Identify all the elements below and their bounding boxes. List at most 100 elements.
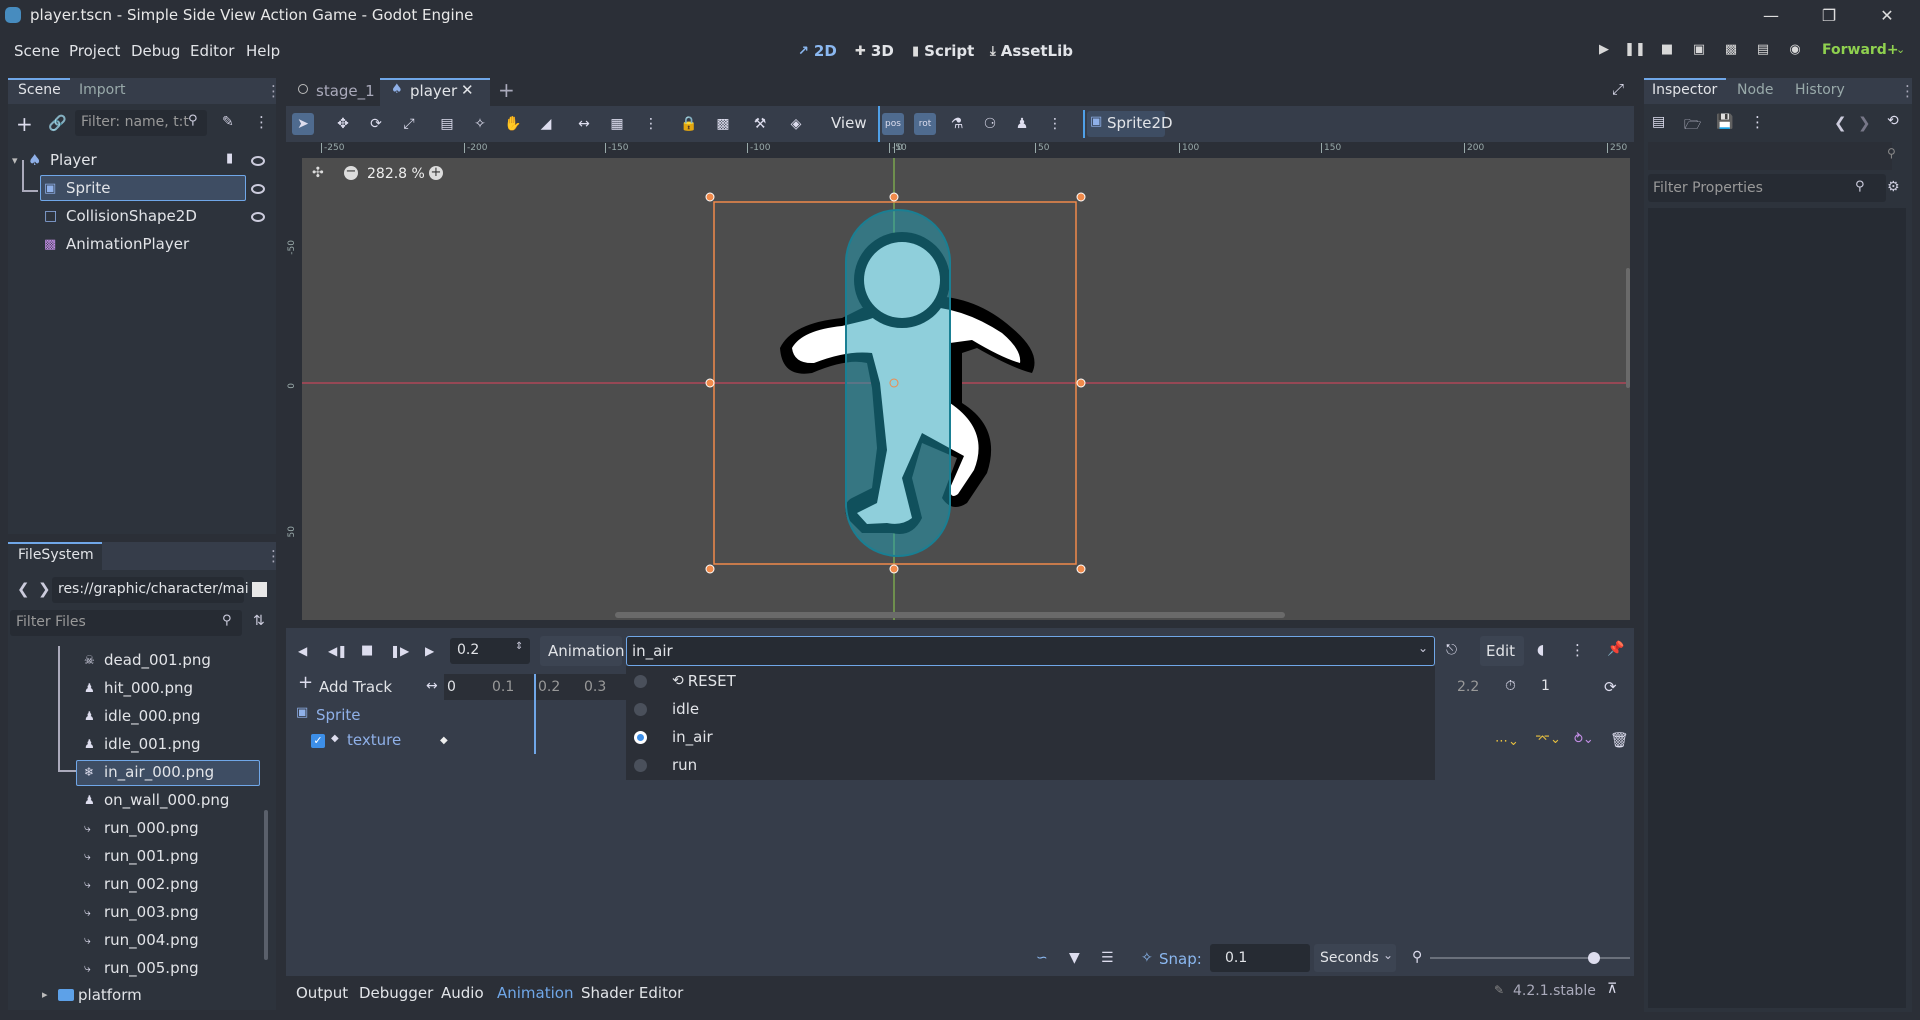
menu-editor[interactable]: Editor [190, 42, 234, 60]
pivot-tool-icon[interactable]: ✧ [469, 113, 491, 135]
autoplay-icon[interactable]: ⎋ [1446, 642, 1457, 658]
add-node-icon[interactable]: + [16, 112, 33, 136]
visibility-eye-icon[interactable] [251, 212, 265, 222]
load-resource-icon[interactable]: 🗁 [1684, 114, 1701, 138]
new-resource-icon[interactable]: ▤ [1652, 114, 1665, 130]
zoom-slider-thumb[interactable] [1588, 952, 1600, 964]
loop-icon[interactable]: ⟳ [1604, 678, 1617, 696]
dock-menu-icon[interactable]: ⋮ [1900, 82, 1915, 100]
key-icon[interactable]: ⚆ [979, 113, 1001, 135]
animation-select[interactable] [626, 636, 1435, 666]
bone-tool-icon[interactable]: ⚒ [749, 113, 771, 135]
grid-snap-icon[interactable]: ▦ [606, 113, 628, 135]
forward-icon[interactable]: ❯ [38, 580, 51, 598]
dropdown-item[interactable]: in_air [634, 724, 713, 750]
onion-skin-icon[interactable]: ◖ [1537, 642, 1544, 658]
rot-snap-icon[interactable]: rot [914, 113, 936, 135]
main-screen-2d[interactable]: ↗ 2D [798, 42, 837, 60]
pan-tool-icon[interactable]: ✋ [502, 113, 524, 135]
menu-help[interactable]: Help [246, 42, 280, 60]
track-texture[interactable]: texture [347, 731, 401, 749]
dropdown-item[interactable]: idle [634, 696, 699, 722]
tab-debugger[interactable]: Debugger [359, 984, 433, 1002]
object-history-icon[interactable]: ⟲ [1887, 113, 1899, 129]
file-item[interactable]: ☠ dead_001.png [84, 648, 211, 672]
file-item[interactable]: ❄ in_air_000.png [84, 760, 214, 784]
smart-snap-icon[interactable]: ↔ [573, 113, 595, 135]
chevron-down-icon[interactable]: ⌄ [1896, 43, 1905, 56]
movie-maker-icon[interactable]: ◉ [1784, 42, 1806, 62]
zoom-out-icon[interactable]: − [344, 165, 358, 180]
bone-icon[interactable]: ♟ [1011, 113, 1033, 135]
interpolation-icon[interactable]: ⌤⌄ [1535, 732, 1561, 747]
back-icon[interactable]: ❮ [17, 580, 30, 598]
tree-node-animationplayer[interactable]: ▩ AnimationPlayer [44, 232, 189, 256]
tab-shader-editor[interactable]: Shader Editor [581, 984, 683, 1002]
tab-node[interactable]: Node [1737, 82, 1774, 98]
pin-icon[interactable]: 📌 [1607, 641, 1624, 657]
bezier-icon[interactable]: ∽ [1036, 950, 1048, 966]
play-icon[interactable]: ▶ [1593, 42, 1615, 62]
dock-menu-icon[interactable]: ⋮ [266, 547, 281, 565]
tree-node-collisionshape2d[interactable]: □ CollisionShape2D [44, 204, 197, 228]
object-selector[interactable] [1648, 142, 1892, 170]
fullscreen-icon[interactable]: ⤢ [1612, 80, 1624, 98]
play-scene-icon[interactable]: ▩ [1720, 42, 1742, 62]
resize-arrows-icon[interactable]: ↔ [426, 678, 438, 694]
menu-debug[interactable]: Debug [131, 42, 180, 60]
lock-icon[interactable]: 🔒 [678, 113, 700, 135]
skeleton-icon[interactable]: ⚗ [946, 113, 968, 135]
file-item[interactable]: ♟ idle_000.png [84, 704, 201, 728]
tab-import[interactable]: Import [79, 82, 125, 98]
script-icon[interactable]: ▮ [226, 151, 233, 166]
filesystem-scrollbar[interactable] [264, 810, 268, 960]
menu-scene[interactable]: Scene [14, 42, 60, 60]
add-tab-icon[interactable]: + [498, 78, 515, 102]
dropdown-item[interactable]: ⟲ RESET [634, 668, 736, 694]
file-item[interactable]: ⤷ run_000.png [84, 816, 199, 840]
playhead[interactable] [534, 674, 536, 754]
rotate-tool-icon[interactable]: ⟳ [365, 113, 387, 135]
tree-node-sprite[interactable]: ▣ Sprite [44, 176, 111, 200]
main-screen-assetlib[interactable]: ⤓ AssetLib [990, 42, 1073, 60]
center-view-icon[interactable]: ✣ [312, 165, 324, 181]
chevron-down-icon[interactable]: ▾ [12, 154, 28, 167]
link-icon[interactable]: 🔗 [48, 114, 67, 132]
stop-icon[interactable]: ■ [1656, 42, 1678, 62]
expand-panel-icon[interactable]: ⊼ [1607, 981, 1617, 997]
add-track-button[interactable]: Add Track [319, 678, 392, 696]
play-backwards-from-end-icon[interactable]: ◀❚ [328, 644, 347, 658]
renderer-select[interactable]: Forward+ [1822, 42, 1899, 58]
sort-icon[interactable]: ☰ [1101, 950, 1114, 966]
move-tool-icon[interactable]: ✥ [332, 113, 354, 135]
ruler-tool-icon[interactable]: ◢ [535, 113, 557, 135]
sort-icon[interactable]: ⇅ [253, 613, 265, 629]
camera-icon[interactable]: ◈ [785, 113, 807, 135]
zoom-level[interactable]: 282.8 % [367, 166, 425, 182]
group-icon[interactable]: ▩ [712, 113, 734, 135]
doc-icon[interactable]: ⚲ [1887, 146, 1896, 160]
play-backwards-icon[interactable]: ◀ [298, 644, 307, 658]
play-icon[interactable]: ▶ [425, 644, 434, 658]
pos-snap-icon[interactable]: pos [882, 113, 904, 135]
file-item[interactable]: ⤷ run_002.png [84, 872, 199, 896]
property-options-icon[interactable]: ⚙ [1887, 179, 1900, 195]
zoom-slider-track[interactable] [1430, 957, 1630, 959]
maximize-icon[interactable]: ❐ [1800, 0, 1858, 30]
delete-track-icon[interactable]: 🗑 [1610, 731, 1629, 749]
list-select-icon[interactable]: ▤ [436, 113, 458, 135]
visibility-eye-icon[interactable] [251, 156, 265, 166]
track-group-sprite[interactable]: Sprite [316, 706, 361, 724]
animation-length[interactable]: 1 [1541, 678, 1550, 694]
close-tab-icon[interactable]: ✕ [461, 81, 474, 99]
file-item[interactable]: ⤷ run_003.png [84, 900, 199, 924]
visibility-eye-icon[interactable] [251, 184, 265, 194]
file-item[interactable]: ♟ hit_000.png [84, 676, 193, 700]
stop-icon[interactable]: ■ [361, 643, 373, 658]
close-icon[interactable]: ✕ [1858, 0, 1916, 30]
history-forward-icon[interactable]: ❯ [1858, 114, 1871, 132]
update-mode-icon[interactable]: ⋯⌄ [1495, 734, 1519, 749]
menu-project[interactable]: Project [69, 42, 120, 60]
pause-icon[interactable]: ❚❚ [1624, 42, 1646, 62]
add-icon[interactable]: + [298, 672, 313, 693]
